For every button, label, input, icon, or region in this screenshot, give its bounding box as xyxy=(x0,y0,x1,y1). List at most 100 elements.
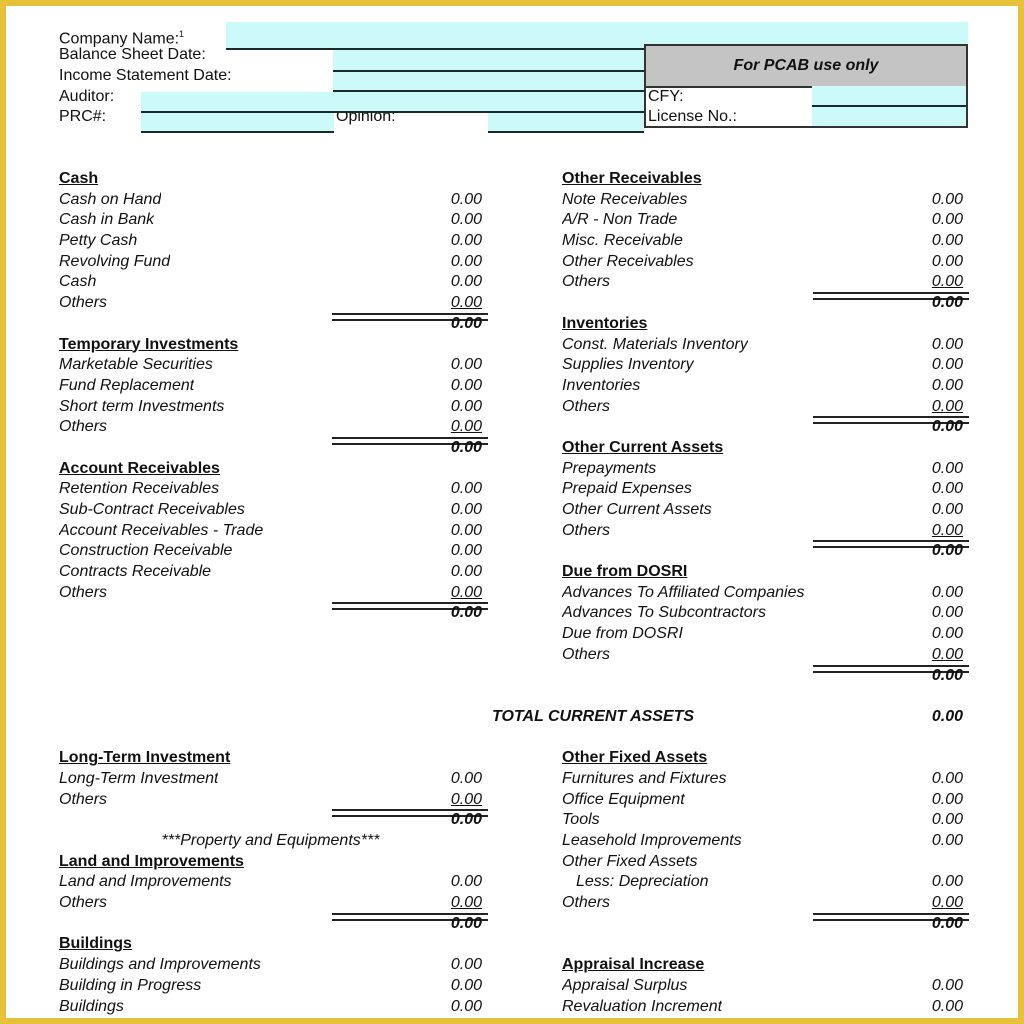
line-item-label: Others xyxy=(59,894,108,912)
total-current-assets-value: 0.00 xyxy=(931,707,963,725)
line-item-value[interactable]: 0.00 xyxy=(932,976,963,997)
section-title: Long-Term Investment xyxy=(59,749,231,767)
line-item-value[interactable]: 0.00 xyxy=(932,769,963,790)
line-item-value[interactable]: 0.00 xyxy=(451,293,482,314)
line-item-value[interactable]: 0.00 xyxy=(451,583,482,604)
line-item-value[interactable]: 0.00 xyxy=(932,459,963,480)
balance-sheet-date-field[interactable] xyxy=(333,50,644,72)
line-item-value[interactable]: 0.00 xyxy=(451,872,482,893)
line-item-due-from-dosri: Due from DOSRI 0.00 xyxy=(562,624,963,645)
line-item-value[interactable]: 0.00 xyxy=(451,976,482,997)
line-item-label: Marketable Securities xyxy=(59,356,213,374)
line-item-value[interactable]: 0.00 xyxy=(932,252,963,273)
line-item-label: Advances To Subcontractors xyxy=(562,604,766,622)
line-item-value[interactable]: 0.00 xyxy=(451,252,482,273)
line-item-value[interactable]: 0.00 xyxy=(451,955,482,976)
line-item-value[interactable]: 0.00 xyxy=(932,335,963,356)
line-item-value[interactable]: 0.00 xyxy=(451,210,482,231)
section-total-value: 0.00 xyxy=(931,418,963,436)
line-item-value[interactable]: 0.00 xyxy=(932,376,963,397)
property-and-equipments-note: ***Property and Equipments*** xyxy=(161,832,380,849)
line-item-label: A/R - Non Trade xyxy=(562,211,678,229)
line-item-value[interactable]: 0.00 xyxy=(451,521,482,542)
company-name-field[interactable] xyxy=(226,22,644,50)
line-item-others: Others 0.00 xyxy=(562,645,963,666)
line-item-value[interactable]: 0.00 xyxy=(932,355,963,376)
line-item-value[interactable]: 0.00 xyxy=(932,872,963,893)
line-item-label: Less: Depreciation xyxy=(576,873,709,891)
line-item-value[interactable]: 0.00 xyxy=(932,645,963,666)
line-item-label: Others xyxy=(562,273,611,291)
line-item-building-in-progress: Building in Progress 0.00 xyxy=(59,976,482,997)
line-item-value[interactable]: 0.00 xyxy=(451,500,482,521)
line-item-value[interactable]: 0.00 xyxy=(451,355,482,376)
license-field[interactable] xyxy=(812,107,966,126)
line-item-land-and-improvements: Land and Improvements 0.00 xyxy=(59,872,482,893)
line-item-a-r-non-trade: A/R - Non Trade 0.00 xyxy=(562,210,963,231)
section-other-current-assets: Other Current Assets Prepayments 0.00 Prepa… xyxy=(562,438,969,562)
section-title: Appraisal Increase xyxy=(562,956,705,974)
section-other-fixed-assets: Other Fixed Assets Furnitures and Fixture… xyxy=(562,748,969,934)
line-item-value[interactable]: 0.00 xyxy=(932,583,963,604)
income-statement-date-field[interactable] xyxy=(333,72,644,92)
line-item-value[interactable]: 0.00 xyxy=(932,231,963,252)
line-item-value[interactable]: 0.00 xyxy=(932,831,963,852)
line-item-value[interactable]: 0.00 xyxy=(932,521,963,542)
line-item-value[interactable]: 0.00 xyxy=(451,397,482,418)
line-item-value[interactable]: 0.00 xyxy=(932,603,963,624)
line-item-value[interactable]: 0.00 xyxy=(932,790,963,811)
line-item-value[interactable]: 0.00 xyxy=(932,624,963,645)
line-item-value[interactable]: 0.00 xyxy=(451,893,482,914)
line-item-value[interactable]: 0.00 xyxy=(451,479,482,500)
section-other-receivables: Other Receivables Note Receivables 0.00 A/R… xyxy=(562,169,969,314)
line-item-value[interactable]: 0.00 xyxy=(932,893,963,914)
line-item-value[interactable]: 0.00 xyxy=(932,210,963,231)
prc-field[interactable] xyxy=(141,113,334,133)
line-item-short-term-investments: Short term Investments 0.00 xyxy=(59,397,482,418)
line-item-value[interactable]: 0.00 xyxy=(932,397,963,418)
section-cash: Cash Cash on Hand 0.00 Cash in Bank 0.00 Pett… xyxy=(59,169,488,335)
line-item-buildings: Buildings 0.00 xyxy=(59,997,482,1018)
line-item-value[interactable]: 0.00 xyxy=(451,769,482,790)
line-item-value[interactable]: 0.00 xyxy=(932,997,963,1018)
line-item-value[interactable]: 0.00 xyxy=(451,562,482,583)
section-buildings: Buildings Buildings and Improvements 0.00 B… xyxy=(59,934,482,1017)
pcab-title: For PCAB use only xyxy=(646,46,966,88)
line-item-value[interactable]: 0.00 xyxy=(451,541,482,562)
line-item-retention-receivables: Retention Receivables 0.00 xyxy=(59,479,482,500)
section-appraisal-increase: Appraisal Increase Appraisal Surplus 0.00 R… xyxy=(562,955,963,1017)
line-item-value[interactable]: 0.00 xyxy=(932,190,963,211)
section-total-value: 0.00 xyxy=(450,314,482,332)
line-item-value[interactable]: 0.00 xyxy=(451,790,482,811)
line-item-label: Prepayments xyxy=(562,459,657,477)
line-item-value[interactable]: 0.00 xyxy=(932,500,963,521)
line-item-value[interactable]: 0.00 xyxy=(932,810,963,831)
line-item-label: Others xyxy=(59,418,108,436)
line-item-label: Account Receivables - Trade xyxy=(59,521,264,539)
section-title: Buildings xyxy=(59,935,132,953)
line-item-label: Others xyxy=(562,645,611,663)
line-item-value[interactable]: 0.00 xyxy=(451,997,482,1018)
section-account-receivables: Account Receivables Retention Receivables… xyxy=(59,459,488,625)
section-total-value: 0.00 xyxy=(931,542,963,560)
line-item-others: Others 0.00 xyxy=(562,521,963,542)
line-item-label: Const. Materials Inventory xyxy=(562,335,748,353)
line-item-value[interactable]: 0.00 xyxy=(932,272,963,293)
line-item-value[interactable]: 0.00 xyxy=(932,479,963,500)
line-item-others: Others 0.00 xyxy=(59,293,482,314)
line-item-value[interactable]: 0.00 xyxy=(451,417,482,438)
line-item-cash-on-hand: Cash on Hand 0.00 xyxy=(59,190,482,211)
line-item-value[interactable]: 0.00 xyxy=(451,231,482,252)
section-total: 0.00 xyxy=(562,664,969,687)
auditor-field[interactable] xyxy=(141,92,644,113)
line-item-label: Misc. Receivable xyxy=(562,232,683,250)
opinion-field[interactable] xyxy=(488,113,644,133)
cfy-field[interactable] xyxy=(812,86,966,107)
auditor-label: Auditor: xyxy=(59,88,115,105)
line-item-value[interactable]: 0.00 xyxy=(451,190,482,211)
line-item-value[interactable]: 0.00 xyxy=(451,376,482,397)
line-item-revaluation-increment: Revaluation Increment 0.00 xyxy=(562,997,963,1018)
line-item-value[interactable]: 0.00 xyxy=(451,272,482,293)
line-item-marketable-securities: Marketable Securities 0.00 xyxy=(59,355,482,376)
